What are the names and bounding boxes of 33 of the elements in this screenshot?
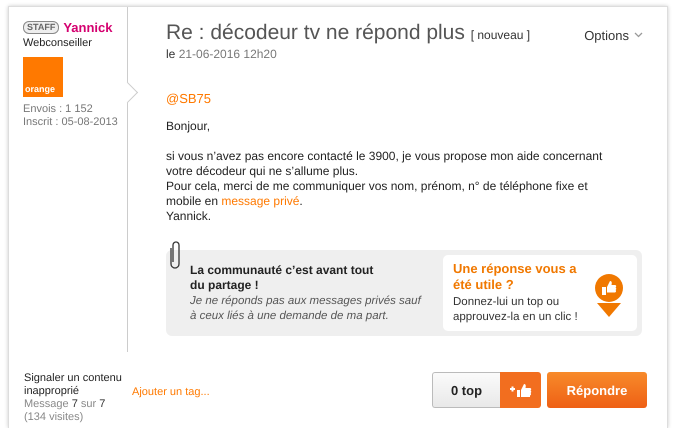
author-avatar: orange bbox=[23, 57, 63, 97]
message-text: Yannick. bbox=[166, 209, 212, 224]
author-stat: Inscrit : 05-08-2013 bbox=[23, 116, 119, 129]
useful-hint: Donnez-lui un top ou approuvez-la en un clic ! bbox=[453, 295, 579, 325]
message-text: Pour cela, merci de me communiquer vos nom, prénom, n° de téléphone fixe et bbox=[166, 179, 589, 194]
top-count-button[interactable]: 0 top bbox=[432, 372, 500, 408]
post-date: 21-06-2016 12h20 bbox=[178, 47, 277, 61]
add-tag-link[interactable]: Ajouter un tag... bbox=[132, 386, 210, 398]
chevron-down-icon bbox=[634, 32, 643, 38]
options-menu[interactable]: Options bbox=[584, 23, 643, 47]
useful-prompt: Une réponse vous a été utile ? bbox=[453, 261, 578, 293]
message-count: Message 7 sur 7 bbox=[24, 398, 106, 411]
private-message-link[interactable]: message privé bbox=[221, 194, 300, 208]
author-name[interactable]: Yannick bbox=[63, 20, 112, 35]
user-mention[interactable]: @SB75 bbox=[166, 91, 649, 106]
plus-thumbs-up-icon bbox=[508, 382, 532, 398]
paperclip-icon bbox=[168, 240, 182, 270]
date-prefix: le bbox=[166, 47, 176, 61]
author-role: Webconseiller bbox=[23, 37, 93, 49]
reply-button[interactable]: Répondre bbox=[547, 372, 647, 408]
message-text: si vous n’avez pas encore contacté le 3900, je vous propose mon aide concernant bbox=[166, 149, 604, 164]
author-stat: Envois : 1 152 bbox=[23, 103, 94, 116]
new-tag: [ nouveau ] bbox=[470, 28, 530, 42]
notice-heading: La communauté c’est avant tout du partage ! bbox=[190, 263, 374, 293]
report-link[interactable]: Signaler un contenu inapproprié bbox=[24, 372, 126, 398]
post-title: Re : décodeur tv ne répond plus bbox=[166, 21, 465, 44]
message-text: mobile en message privé. bbox=[166, 194, 304, 209]
notice-note: Je ne réponds pas aux messages privés sauf à ceux liés à une demande de ma part. bbox=[190, 294, 422, 324]
greeting-text: Bonjour, bbox=[166, 119, 212, 133]
message-text: votre décodeur qui ne s’allume plus. bbox=[166, 164, 360, 179]
visit-count: (134 visites) bbox=[24, 411, 84, 424]
staff-badge: STAFF bbox=[23, 21, 60, 34]
add-top-button[interactable] bbox=[500, 372, 541, 408]
